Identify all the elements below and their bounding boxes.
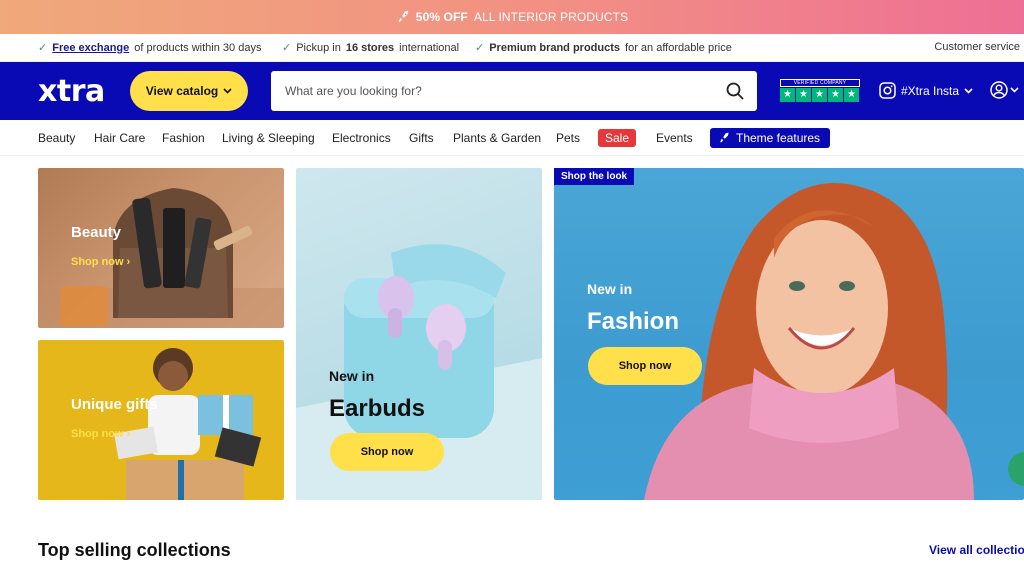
usp-premium-post: for an affordable price [625,41,732,54]
nav-item-beauty[interactable]: Beauty [38,131,75,145]
nav-item-gifts[interactable]: Gifts [409,131,434,145]
banner-earbuds-title: Earbuds [329,395,426,422]
user-icon [990,81,1008,99]
account-menu[interactable] [990,81,1019,99]
banner-gifts-link-label: Shop now [71,428,124,440]
star-icon: ★ [828,88,843,102]
usp-exchange-text: of products within 30 days [134,41,262,54]
chevron-down-icon [223,88,232,94]
banner-earbuds[interactable]: New in Earbuds Shop now [296,168,542,500]
star-icon: ★ [780,88,795,102]
view-all-collections-link[interactable]: View all collections [929,543,1024,557]
nav-item-pets[interactable]: Pets [556,131,580,145]
star-icon: ★ [844,88,859,102]
trust-badge[interactable]: VERIFIED COMPANY ★ ★ ★ ★ ★ [780,79,860,103]
check-icon: ✓ [38,42,48,54]
free-exchange-link[interactable]: Free exchange [52,42,129,54]
search-bar [271,71,757,111]
nav-item-hair-care[interactable]: Hair Care [94,131,145,145]
nav-item-living-sleeping[interactable]: Living & Sleeping [222,131,315,145]
top-selling-collections-title: Top selling collections [38,540,231,560]
main-nav: Beauty Hair Care Fashion Living & Sleepi… [0,120,1024,156]
fashion-shop-now-button[interactable]: Shop now [588,347,702,385]
banner-beauty[interactable]: Beauty Shop now › [38,168,284,328]
chevron-right-icon: › [126,256,131,268]
logo-text: xtra [38,73,105,109]
nav-item-fashion[interactable]: Fashion [162,131,205,145]
shop-the-look-badge: Shop the look [554,168,635,185]
instagram-menu[interactable]: #Xtra Insta [879,82,973,99]
banner-gifts-link[interactable]: Shop now › [71,428,130,440]
nav-item-theme-features[interactable]: Theme features [710,128,831,148]
banner-fashion[interactable]: New in Fashion Shop now [554,168,1024,500]
nav-item-plants-garden[interactable]: Plants & Garden [453,131,541,145]
announcement-bold: 50% OFF [415,10,468,24]
announcement-text: ALL INTERIOR PRODUCTS [473,10,629,24]
banner-beauty-link[interactable]: Shop now › [71,256,130,268]
banner-beauty-title: Beauty [71,224,122,241]
usp-pickup-post: international [399,41,460,54]
star-icon: ★ [812,88,827,102]
usp-premium: ✓ Premium brand products for an affordab… [475,41,732,55]
usp-premium-bold: Premium brand products [489,41,621,54]
banner-fashion-kicker: New in [587,281,633,297]
site-header: xtra View catalog VERIFIED COMPANY ★ ★ ★… [0,62,1024,120]
search-input[interactable] [271,71,711,111]
search-icon[interactable] [725,81,745,101]
banner-beauty-link-label: Shop now [71,256,124,268]
nav-item-sale[interactable]: Sale [598,129,637,147]
usp-pickup-pre: Pickup in [296,41,341,54]
banner-gifts-title: Unique gifts [71,396,158,413]
check-icon: ✓ [475,42,485,54]
earbuds-shop-now-button[interactable]: Shop now [330,433,444,471]
theme-features-label: Theme features [736,131,821,145]
rocket-icon [720,132,729,143]
rocket-icon [398,10,409,23]
chevron-down-icon [964,87,973,94]
trust-stars: ★ ★ ★ ★ ★ [780,88,860,102]
banner-unique-gifts[interactable]: Unique gifts Shop now › [38,340,284,500]
instagram-icon [879,82,896,99]
check-icon: ✓ [282,42,292,54]
customer-service-link[interactable]: Customer service [934,41,1020,53]
view-catalog-label: View catalog [145,84,219,98]
beauty-products-image [38,188,284,328]
banner-earbuds-kicker: New in [329,368,375,384]
usp-exchange: ✓ Free exchange of products within 30 da… [38,41,262,55]
chevron-right-icon: › [126,428,131,440]
site-logo[interactable]: xtra [38,73,105,109]
usp-bar: ✓ Free exchange of products within 30 da… [0,34,1024,62]
usp-pickup-bold: 16 stores [345,41,395,54]
usp-pickup: ✓ Pickup in 16 stores international [282,41,460,55]
announcement-bar: 50% OFF ALL INTERIOR PRODUCTS [0,0,1024,34]
banner-fashion-title: Fashion [587,308,680,335]
nav-item-events[interactable]: Events [656,131,693,145]
nav-item-electronics[interactable]: Electronics [332,131,391,145]
view-catalog-button[interactable]: View catalog [130,71,248,111]
chevron-down-icon [1010,87,1019,93]
gifts-person-image [114,348,262,500]
trust-verified-label: VERIFIED COMPANY [780,79,860,87]
instagram-label: #Xtra Insta [901,83,960,98]
star-icon: ★ [796,88,811,102]
